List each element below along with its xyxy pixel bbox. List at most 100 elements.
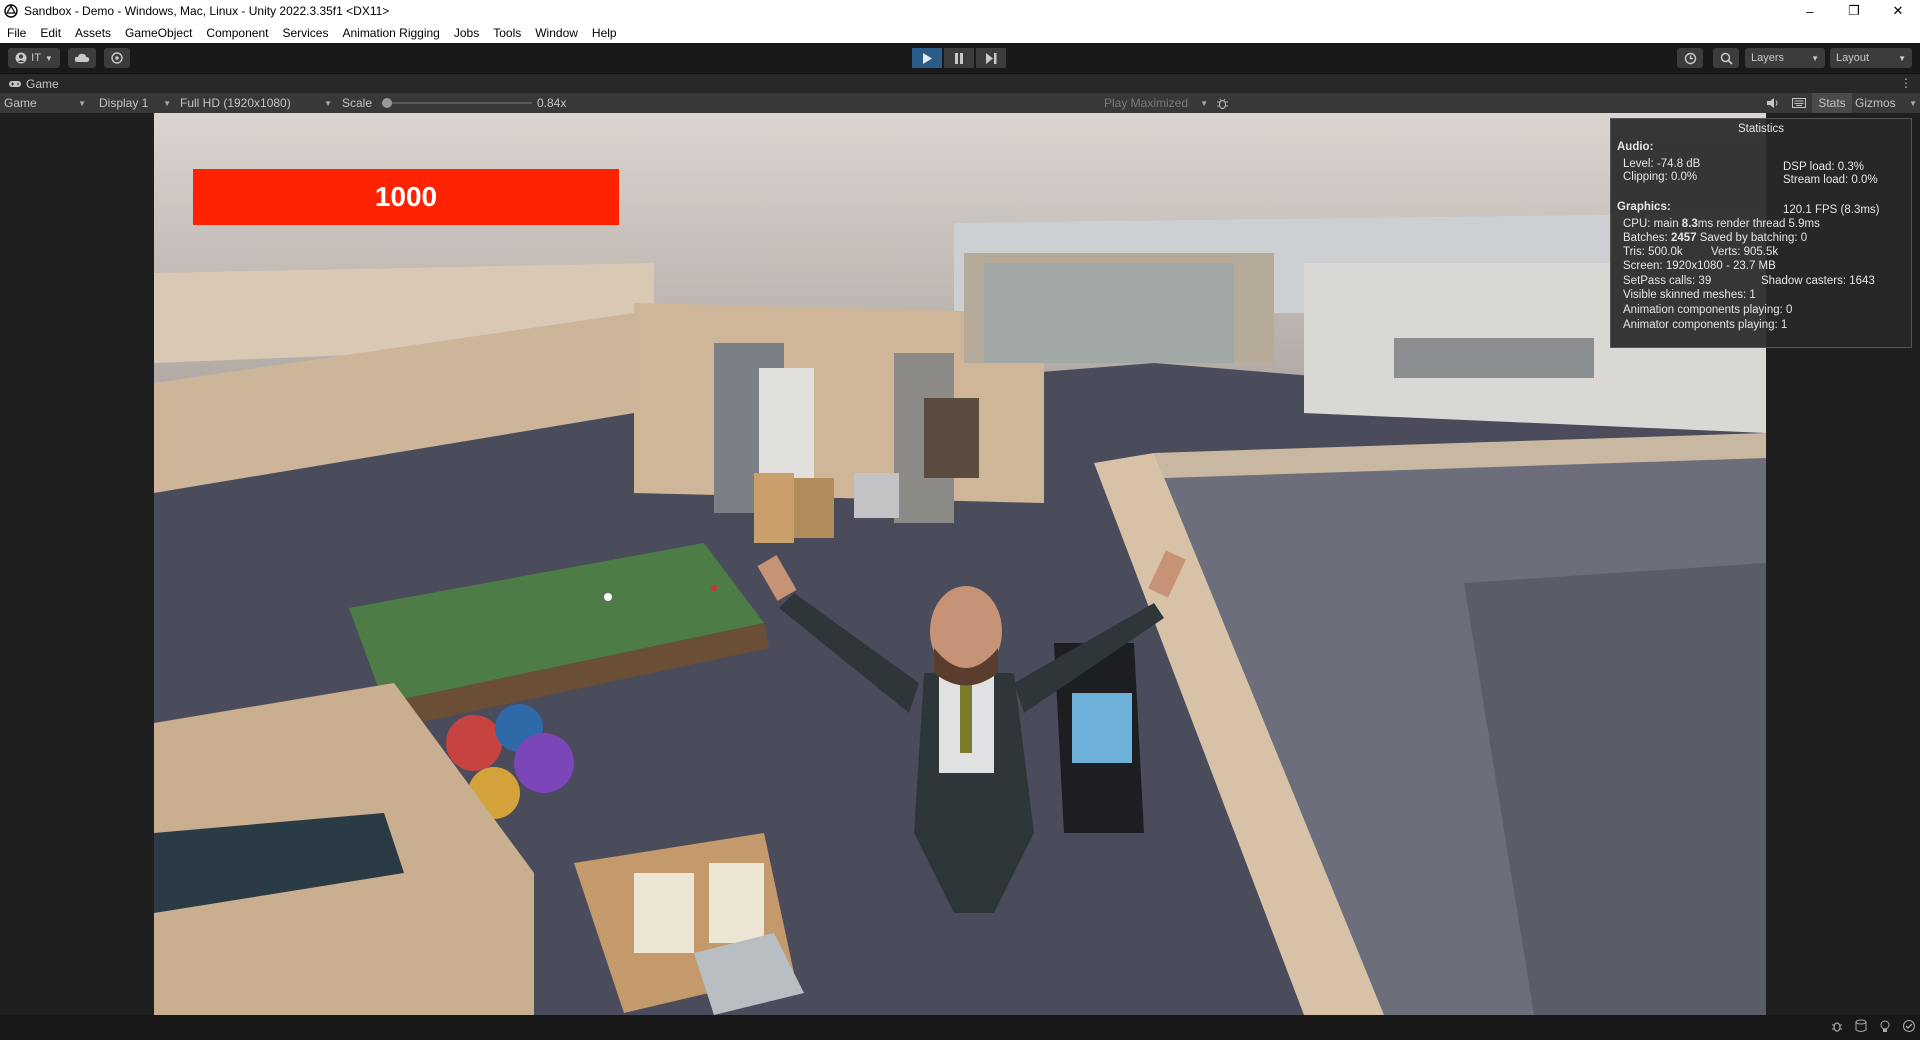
debug-icon[interactable] <box>1830 1019 1844 1033</box>
layout-label: Layout <box>1836 52 1870 64</box>
keyboard-icon <box>1792 98 1806 108</box>
menu-jobs[interactable]: Jobs <box>447 26 486 40</box>
layers-dropdown[interactable]: Layers ▼ <box>1745 48 1825 68</box>
view-mode-label: Game <box>4 96 37 110</box>
scale-slider-handle[interactable] <box>382 98 392 108</box>
collab-button[interactable] <box>104 48 130 68</box>
display-dropdown[interactable]: Display 1 ▼ <box>99 93 171 113</box>
chevron-down-icon: ▼ <box>1898 53 1906 63</box>
scale-value: 0.84x <box>537 96 567 110</box>
menu-animation-rigging[interactable]: Animation Rigging <box>335 26 446 40</box>
lightbulb-icon[interactable] <box>1878 1019 1892 1033</box>
resolution-dropdown[interactable]: Full HD (1920x1080) ▼ <box>180 93 332 113</box>
gizmos-label: Gizmos <box>1855 96 1896 110</box>
stats-screen: Screen: 1920x1080 - 23.7 MB <box>1623 260 1776 272</box>
play-mode-dropdown[interactable]: Play Maximized ▼ <box>1104 93 1208 113</box>
tab-game-label: Game <box>26 76 59 91</box>
layout-dropdown[interactable]: Layout ▼ <box>1830 48 1912 68</box>
stats-animation-components: Animation components playing: 0 <box>1623 304 1793 316</box>
chevron-down-icon: ▼ <box>163 98 171 108</box>
collab-icon <box>111 52 123 64</box>
stats-batches: Batches: 2457 Saved by batching: 0 <box>1623 232 1807 244</box>
check-circle-icon[interactable] <box>1902 1019 1916 1033</box>
maximize-button[interactable]: ❐ <box>1832 0 1876 22</box>
display-label: Display 1 <box>99 96 149 110</box>
view-mode-dropdown[interactable]: Game ▼ <box>4 93 86 113</box>
keyboard-button[interactable] <box>1792 93 1806 113</box>
account-button[interactable]: IT ▼ <box>8 48 60 68</box>
menu-services[interactable]: Services <box>275 26 335 40</box>
stats-audio-heading: Audio: <box>1617 141 1654 153</box>
tab-game[interactable]: Game <box>0 74 67 93</box>
gizmos-dropdown[interactable]: Gizmos ▼ <box>1855 93 1917 113</box>
score-display: 1000 <box>193 169 619 225</box>
unity-logo-icon <box>4 4 18 18</box>
menu-assets[interactable]: Assets <box>68 26 118 40</box>
history-icon <box>1684 52 1696 64</box>
scale-label: Scale <box>342 96 373 110</box>
chevron-down-icon: ▼ <box>1909 98 1917 108</box>
stats-animator-components: Animator components playing: 1 <box>1623 319 1788 331</box>
chevron-down-icon: ▼ <box>44 53 53 63</box>
cloud-button[interactable] <box>68 48 96 68</box>
stats-toggle[interactable]: Stats <box>1812 93 1852 113</box>
menu-gameobject[interactable]: GameObject <box>118 26 199 40</box>
office-scene-render <box>154 113 1766 1015</box>
tab-row: Game ⋮ <box>0 74 1920 93</box>
main-toolbar: IT ▼ Layers ▼ Layout ▼ <box>0 43 1920 74</box>
stats-dsp-load: DSP load: 0.3% <box>1783 161 1864 173</box>
stats-fps: 120.1 FPS (8.3ms) <box>1783 204 1880 216</box>
stats-cpu-suffix: ms render thread 5.9ms <box>1697 218 1820 230</box>
menu-file[interactable]: File <box>0 26 33 40</box>
scale-slider[interactable] <box>382 93 532 113</box>
stats-stream-load: Stream load: 0.0% <box>1783 174 1878 186</box>
stats-clipping: Clipping: 0.0% <box>1623 171 1698 183</box>
frame-debugger-button[interactable] <box>1216 93 1229 113</box>
mute-audio-button[interactable] <box>1766 93 1779 113</box>
stats-tris: Tris: 500.0k <box>1623 246 1683 258</box>
play-icon <box>923 52 932 64</box>
speaker-icon <box>1767 98 1778 108</box>
stats-cpu-prefix: CPU: main <box>1623 218 1682 230</box>
search-icon <box>1720 52 1733 65</box>
status-bar <box>0 1015 1920 1040</box>
stats-batches-suffix: Saved by batching: 0 <box>1696 232 1808 244</box>
play-mode-label: Play Maximized <box>1104 96 1189 110</box>
close-button[interactable]: ✕ <box>1876 0 1920 22</box>
menu-window[interactable]: Window <box>528 26 585 40</box>
stats-toggle-label: Stats <box>1818 96 1846 110</box>
stats-cpu-main: 8.3 <box>1681 218 1698 230</box>
more-options-icon[interactable]: ⋮ <box>1900 76 1912 90</box>
menu-tools[interactable]: Tools <box>486 26 528 40</box>
step-icon <box>985 52 996 64</box>
stats-setpass: SetPass calls: 39 <box>1623 275 1712 287</box>
gamepad-icon <box>9 80 21 87</box>
stats-level: Level: -74.8 dB <box>1623 158 1701 170</box>
play-button[interactable] <box>912 48 942 68</box>
stats-cpu: CPU: main 8.3ms render thread 5.9ms <box>1623 218 1820 230</box>
window-title: Sandbox - Demo - Windows, Mac, Linux - U… <box>24 4 390 18</box>
menu-edit[interactable]: Edit <box>33 26 68 40</box>
stats-skinned-meshes: Visible skinned meshes: 1 <box>1623 289 1756 301</box>
cache-server-icon[interactable] <box>1854 1019 1868 1033</box>
scale-slider-track <box>386 102 532 104</box>
statistics-panel: Statistics Audio: Level: -74.8 dB Clippi… <box>1610 118 1912 348</box>
undo-history-button[interactable] <box>1677 48 1703 68</box>
game-view[interactable]: 1000 <box>154 113 1766 1015</box>
stats-verts: Verts: 905.5k <box>1711 246 1779 258</box>
menu-bar: File Edit Assets GameObject Component Se… <box>0 22 1920 43</box>
stats-batches-prefix: Batches: <box>1623 232 1671 244</box>
chevron-down-icon: ▼ <box>1811 53 1819 63</box>
minimize-button[interactable]: – <box>1788 0 1832 22</box>
menu-component[interactable]: Component <box>199 26 275 40</box>
pause-button[interactable] <box>944 48 974 68</box>
menu-help[interactable]: Help <box>585 26 624 40</box>
game-view-toolbar: Game ▼ Display 1 ▼ Full HD (1920x1080) ▼… <box>0 93 1920 113</box>
chevron-down-icon: ▼ <box>78 98 86 108</box>
step-button[interactable] <box>976 48 1006 68</box>
stats-graphics-heading: Graphics: <box>1617 201 1671 213</box>
search-button[interactable] <box>1713 48 1739 68</box>
cloud-icon <box>74 53 90 62</box>
chevron-down-icon: ▼ <box>324 98 332 108</box>
layers-label: Layers <box>1751 52 1785 64</box>
